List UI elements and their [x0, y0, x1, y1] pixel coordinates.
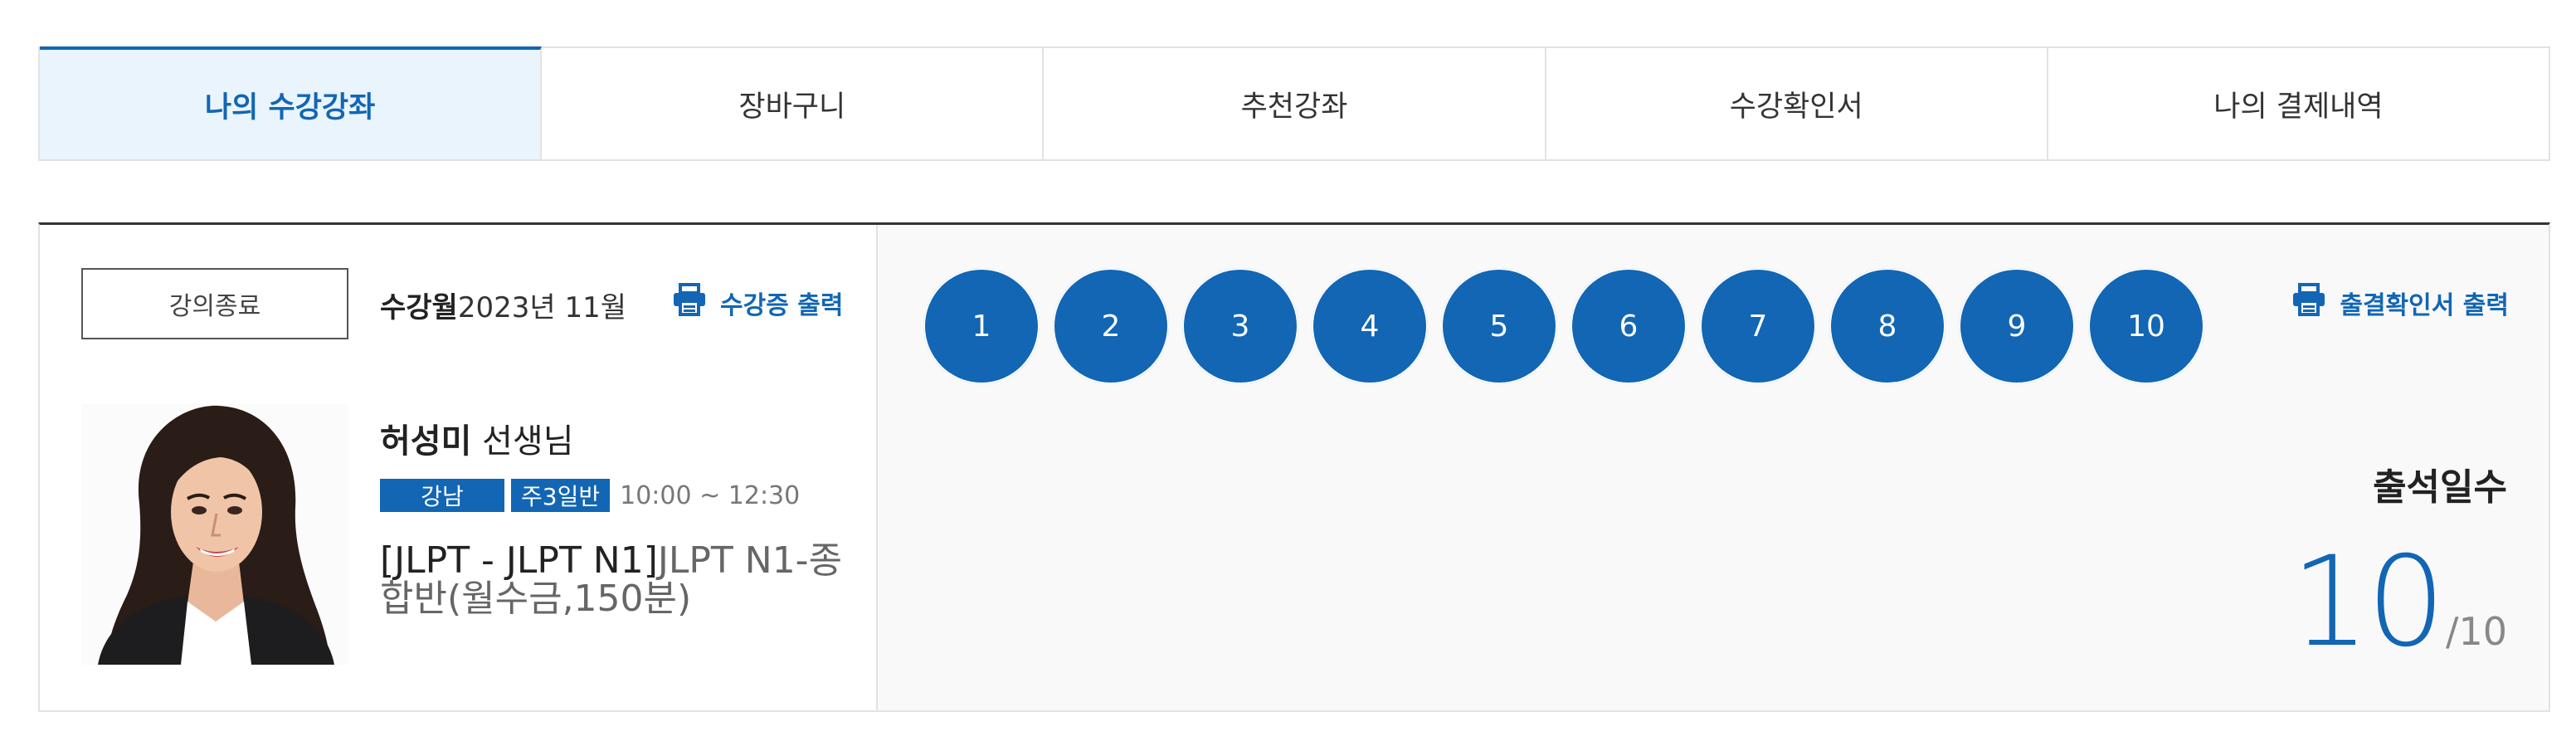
print-certificate-button[interactable]: 수강증 출력	[672, 283, 843, 323]
tab-enrollment-certificate[interactable]: 수강확인서	[1546, 48, 2048, 159]
tab-recommended-courses[interactable]: 추천강좌	[1044, 48, 1546, 159]
session-circle: 7	[1700, 268, 1816, 384]
course-card: 강의종료 수강월2023년 11월 수강증 출력 허성미 선생님 강남 주3일반…	[38, 222, 2550, 712]
teacher-name: 허성미 선생님	[380, 414, 574, 462]
session-circle: 5	[1441, 268, 1557, 384]
course-code: [JLPT - JLPT N1]	[380, 539, 658, 582]
tab-my-courses[interactable]: 나의 수강강좌	[40, 46, 543, 159]
tab-payment-history[interactable]: 나의 결제내역	[2048, 48, 2549, 159]
teacher-photo	[81, 404, 348, 665]
session-circle: 3	[1182, 268, 1298, 384]
session-circle: 9	[1959, 268, 2075, 384]
month-value: 2023년 11월	[457, 291, 627, 324]
session-circle: 6	[1570, 268, 1687, 384]
tab-cart[interactable]: 장바구니	[542, 48, 1045, 159]
month-label: 수강월	[380, 291, 458, 324]
printer-icon	[672, 283, 707, 323]
campus-badge: 강남	[380, 479, 504, 512]
print-attendance-button[interactable]: 출결확인서 출력	[2291, 283, 2509, 323]
tab-bar: 나의 수강강좌 장바구니 추천강좌 수강확인서 나의 결제내역	[38, 46, 2550, 161]
schedule-badge: 주3일반	[511, 479, 611, 512]
course-month: 수강월2023년 11월	[380, 285, 626, 325]
attendance-panel: 1 2 3 4 5 6 7 8 9 10 출결확인서 출력 출석일수 10 /1…	[878, 225, 2549, 710]
course-title[interactable]: [JLPT - JLPT N1]JLPT N1-종합반(월수금,150분)	[380, 539, 845, 618]
class-time: 10:00 ~ 12:30	[620, 480, 801, 510]
attendance-count-total: /10	[2445, 609, 2507, 654]
session-circle: 1	[923, 268, 1040, 384]
status-badge: 강의종료	[81, 268, 348, 339]
course-info-panel: 강의종료 수강월2023년 11월 수강증 출력 허성미 선생님 강남 주3일반…	[40, 225, 878, 710]
session-circle: 10	[2088, 268, 2204, 384]
attendance-count: 10 /10	[2291, 540, 2507, 665]
print-attendance-label: 출결확인서 출력	[2340, 291, 2509, 320]
attendance-sessions: 1 2 3 4 5 6 7 8 9 10	[923, 268, 2204, 384]
session-circle: 4	[1312, 268, 1428, 384]
course-badges: 강남 주3일반 10:00 ~ 12:30	[380, 479, 800, 512]
attendance-count-value: 10	[2291, 530, 2446, 675]
printer-icon	[2291, 283, 2326, 323]
print-certificate-label: 수강증 출력	[720, 291, 844, 320]
attendance-label: 출석일수	[2373, 466, 2507, 509]
session-circle: 8	[1829, 268, 1945, 384]
teacher-suffix: 선생님	[482, 422, 574, 461]
teacher-name-text: 허성미	[380, 422, 472, 461]
session-circle: 2	[1053, 268, 1169, 384]
